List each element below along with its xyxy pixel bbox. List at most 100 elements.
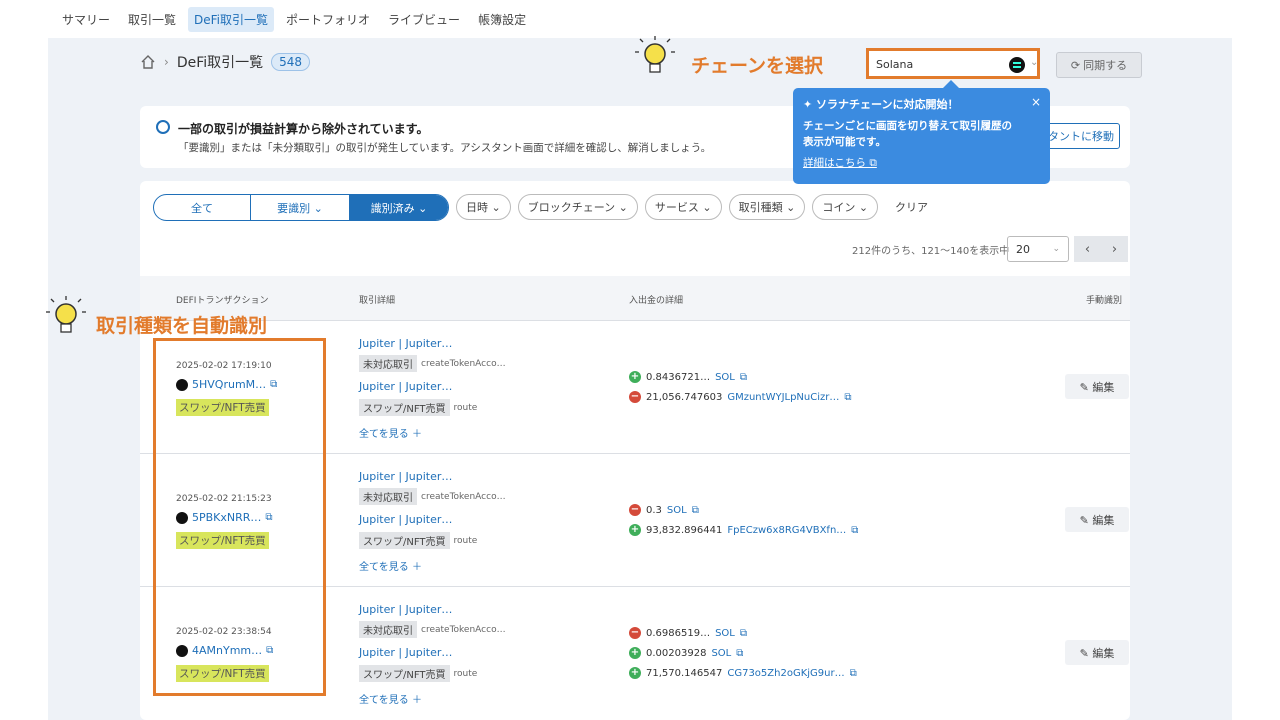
detail-method: route [453,535,478,546]
nav-summary[interactable]: サマリー [56,7,116,32]
filter-date[interactable]: 日時 ⌄ [456,194,511,220]
header-tx: DEFIトランザクション [176,296,269,306]
show-all-link[interactable]: 全てを見る ＋ [359,558,422,573]
detail-link[interactable]: Jupiter | Jupiter… [359,603,452,616]
breadcrumb: › DeFi取引一覧 548 [140,52,311,72]
breadcrumb-separator: › [164,55,169,69]
detail-tag: 未対応取引 createTokenAcco… [359,488,506,505]
detail-type: 未対応取引 [359,488,417,505]
edit-button[interactable]: ✎ 編集 [1065,507,1129,532]
callout-chain-select: チェーンを選択 [691,55,824,77]
detail-link[interactable]: Jupiter | Jupiter… [359,513,452,526]
flow-amount: 0.3 [646,504,662,516]
show-all-link[interactable]: 全てを見る ＋ [359,691,422,706]
detail-link[interactable]: Jupiter | Jupiter… [359,470,452,483]
home-icon[interactable] [140,54,156,70]
segment-needs-identification[interactable]: 要識別 ⌄ [251,195,350,220]
clear-filters[interactable]: クリア [895,199,928,215]
sync-button-label: 同期する [1083,59,1128,72]
flow-amount: 71,570.146547 [646,667,723,679]
plus-icon: + [629,371,641,383]
flow-symbol[interactable]: FpECzw6x8RG4VBXfn… [727,525,846,536]
external-link-icon[interactable]: ⧉ [740,372,747,383]
notice-body: 「要識別」または「未分類取引」の取引が発生しています。アシスタント画面で詳細を確… [178,142,712,154]
detail-link[interactable]: Jupiter | Jupiter… [359,380,452,393]
highlight-tx-column [153,338,326,696]
minus-icon: − [629,627,641,639]
page-title: DeFi取引一覧 [176,55,264,71]
sync-button[interactable]: ⟳ 同期する [1056,52,1142,78]
flow-symbol[interactable]: SOL [711,648,731,659]
refresh-icon: ⟳ [1070,58,1081,72]
minus-icon: − [629,504,641,516]
flow-item: +93,832.896441 FpECzw6x8RG4VBXfn… ⧉ [629,524,858,536]
detail-link[interactable]: Jupiter | Jupiter… [359,646,452,659]
external-link-icon[interactable]: ⧉ [850,668,857,679]
flow-item: +0.00203928 SOL ⧉ [629,647,743,659]
flow-symbol[interactable]: SOL [667,505,687,516]
nav-transactions[interactable]: 取引一覧 [122,7,182,32]
flow-amount: 21,056.747603 [646,391,723,403]
filter-coin[interactable]: コイン ⌄ [812,194,879,220]
external-link-icon[interactable]: ⧉ [851,525,858,536]
flow-item: −0.6986519… SOL ⧉ [629,627,747,639]
edit-button[interactable]: ✎ 編集 [1065,374,1129,399]
external-link-icon[interactable]: ⧉ [740,628,747,639]
flow-symbol[interactable]: GMzuntWYJLpNuCizr… [727,392,839,403]
nav-ledger-settings[interactable]: 帳簿設定 [472,7,532,32]
close-icon[interactable]: × [1031,95,1041,109]
tooltip-body: チェーンごとに画面を切り替えて取引履歴の 表示が可能です。 [803,118,1040,150]
table-header: DEFIトランザクション 取引詳細 入出金の詳細 手動識別 [140,276,1130,320]
nav-live-view[interactable]: ライブビュー [382,7,466,32]
flow-item: −21,056.747603 GMzuntWYJLpNuCizr… ⧉ [629,391,852,403]
flow-item: +0.8436721… SOL ⧉ [629,371,747,383]
next-page-button[interactable]: › [1101,236,1128,262]
lightbulb-icon [46,296,86,333]
detail-type: スワップ/NFT売買 [359,532,450,549]
detail-type: 未対応取引 [359,355,417,372]
flow-item: −0.3 SOL ⧉ [629,504,699,516]
detail-tag: スワップ/NFT売買 route [359,399,477,416]
highlight-chain-select [866,48,1040,79]
header-flow: 入出金の詳細 [629,296,684,306]
callout-auto-identify: 取引種類を自動識別 [96,315,268,337]
target-icon [156,120,170,134]
details-link[interactable]: 詳細はこちら ⧉ [803,155,1040,170]
status-segment: 全て 要識別 ⌄ 識別済み ⌄ [153,194,449,221]
filter-bar: 日時 ⌄ ブロックチェーン ⌄ サービス ⌄ 取引種類 ⌄ コイン ⌄ クリア [456,194,928,220]
tooltip-body-line1: チェーンごとに画面を切り替えて取引履歴の [803,120,1012,132]
flow-amount: 0.00203928 [646,647,707,659]
detail-tag: スワップ/NFT売買 route [359,665,477,682]
filter-tx-type[interactable]: 取引種類 ⌄ [728,194,806,220]
external-link-icon[interactable]: ⧉ [844,392,851,403]
detail-link[interactable]: Jupiter | Jupiter… [359,337,452,350]
count-badge: 548 [271,53,311,71]
filter-service[interactable]: サービス ⌄ [644,194,722,220]
detail-method: createTokenAcco… [421,624,506,635]
flow-item: +71,570.146547 CG73o5Zh2oGKjG9ur… ⧉ [629,667,857,679]
detail-tag: 未対応取引 createTokenAcco… [359,621,506,638]
segment-identified[interactable]: 識別済み ⌄ [350,195,448,220]
top-nav: サマリー 取引一覧 DeFi取引一覧 ポートフォリオ ライブビュー 帳簿設定 [0,0,1280,38]
notice-title: 一部の取引が損益計算から除外されています。 [178,122,429,136]
detail-tag: スワップ/NFT売買 route [359,532,477,549]
segment-all[interactable]: 全て [154,195,251,220]
external-link-icon[interactable]: ⧉ [736,648,743,659]
flow-symbol[interactable]: SOL [715,372,735,383]
nav-portfolio[interactable]: ポートフォリオ [280,7,376,32]
detail-method: createTokenAcco… [421,491,506,502]
plus-icon: + [629,647,641,659]
prev-page-button[interactable]: ‹ [1074,236,1101,262]
flow-symbol[interactable]: SOL [715,628,735,639]
filter-blockchain[interactable]: ブロックチェーン ⌄ [517,194,638,220]
flow-symbol[interactable]: CG73o5Zh2oGKjG9ur… [727,668,844,679]
flow-amount: 0.8436721… [646,371,711,383]
external-link-icon[interactable]: ⧉ [692,505,699,516]
nav-defi-transactions[interactable]: DeFi取引一覧 [188,6,275,32]
page-size-select[interactable]: 20 ⌄ [1007,236,1069,262]
show-all-link[interactable]: 全てを見る ＋ [359,425,422,440]
assistant-button[interactable]: タントに移動 [1042,123,1120,149]
solana-announcement-tooltip: ✦ ソラナチェーンに対応開始！ × チェーンごとに画面を切り替えて取引履歴の 表… [793,80,1050,184]
pager-summary: 212件のうち、121〜140を表示中 [852,246,1010,257]
edit-button[interactable]: ✎ 編集 [1065,640,1129,665]
